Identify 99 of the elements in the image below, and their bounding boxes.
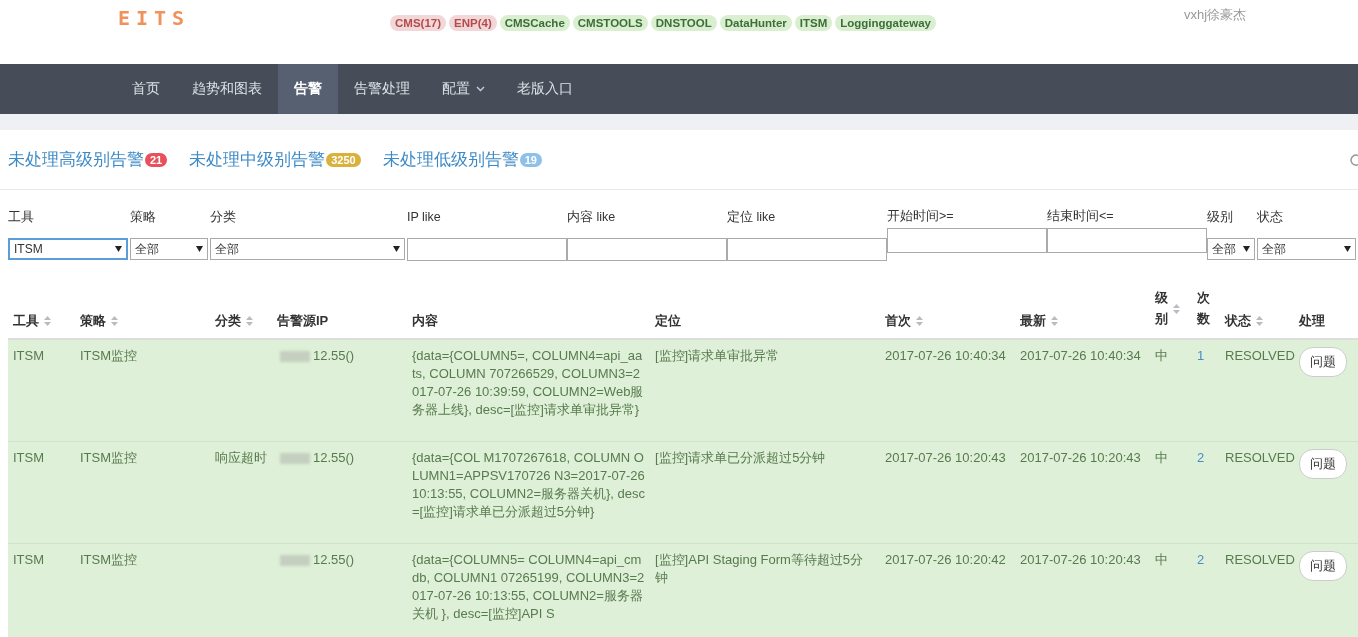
- table-cell: 12.55(): [313, 449, 355, 465]
- service-tag[interactable]: DNSTOOL: [650, 15, 717, 31]
- alert-summary-link[interactable]: 未处理高级别告警 21: [8, 148, 168, 171]
- filter-label: 开始时间>=: [887, 208, 955, 225]
- service-tag[interactable]: Logginggateway: [835, 15, 936, 31]
- filter-label: 结束时间<=: [1047, 208, 1115, 225]
- sort-icon[interactable]: [1256, 315, 1263, 326]
- table-cell: [监控]请求单已分派超过5分钟: [655, 449, 826, 465]
- date-input[interactable]: [1047, 228, 1207, 253]
- filter-select[interactable]: 全部: [1257, 238, 1356, 260]
- filter-input[interactable]: [567, 238, 727, 261]
- alert-summary-link[interactable]: 未处理低级别告警 19: [382, 148, 542, 171]
- alert-summary-link[interactable]: 未处理中级别告警 3250: [189, 148, 361, 171]
- service-tag[interactable]: CMSCache: [499, 15, 570, 31]
- sort-icon[interactable]: [916, 315, 923, 326]
- table-cell: 2017-07-26 10:20:43: [1020, 551, 1141, 567]
- content-text: {data={COLUMN5= COLUMN4=api_cmdb, COLUMN1 07265199, COLUMN3=2017-07-26 10:13:55, COLUMN2=服务器关机 }, desc=[监控]API S: [412, 551, 645, 621]
- sort-icon[interactable]: [246, 315, 253, 326]
- table-cell: 中: [1155, 449, 1168, 465]
- filter-input[interactable]: [407, 238, 567, 261]
- dropdown-arrow-icon[interactable]: [196, 246, 203, 252]
- nav-item[interactable]: 老版入口: [501, 64, 589, 114]
- column-header[interactable]: 处理: [1299, 311, 1325, 330]
- dropdown-arrow-icon[interactable]: [1344, 246, 1351, 252]
- dropdown-arrow-icon[interactable]: [393, 246, 400, 252]
- count-badge: 21: [145, 152, 168, 167]
- caret-icon: [476, 86, 485, 92]
- table-cell: 2017-07-26 10:20:43: [1020, 449, 1141, 465]
- issue-button[interactable]: 问题: [1299, 550, 1347, 581]
- filter-label: 定位 like: [727, 209, 777, 226]
- table-cell: 中: [1155, 551, 1168, 567]
- column-header[interactable]: 内容: [412, 311, 438, 330]
- service-tag[interactable]: DataHunter: [719, 15, 792, 31]
- table-cell: ITSM监控: [80, 347, 138, 363]
- service-tag[interactable]: CMS(17): [390, 15, 446, 31]
- table-cell: 2017-07-26 10:40:34: [1020, 347, 1141, 363]
- table-cell: ITSM监控: [80, 449, 138, 465]
- service-tag[interactable]: ITSM: [794, 15, 833, 31]
- redacted-block: [280, 350, 310, 362]
- column-header[interactable]: 定位: [655, 311, 681, 330]
- column-header[interactable]: 分类: [215, 311, 241, 330]
- filter-label: 策略: [130, 209, 157, 226]
- nav-item[interactable]: 配置: [426, 64, 501, 114]
- filter-label: IP like: [407, 209, 442, 226]
- nav-item[interactable]: 首页: [116, 64, 176, 114]
- column-header[interactable]: 级别: [1155, 288, 1168, 330]
- redacted-block: [280, 452, 310, 464]
- issue-button[interactable]: 问题: [1299, 346, 1347, 377]
- date-input[interactable]: [887, 228, 1047, 253]
- filter-input[interactable]: [727, 238, 887, 261]
- content-text: {data={COLUMN5=, COLUMN4=api_aats, COLUMN 707266529, COLUMN3=2017-07-26 10:39:59, COLUMN2=Web服务器上线}, desc=[监控]请求单审批异常}: [412, 347, 644, 417]
- filter-label: 级别: [1207, 209, 1234, 226]
- column-header[interactable]: 告警源IP: [277, 311, 329, 330]
- dropdown-arrow-icon[interactable]: [1243, 246, 1250, 252]
- nav-item[interactable]: 告警处理: [338, 64, 426, 114]
- table-cell: 响应超时: [215, 449, 267, 465]
- column-header[interactable]: 次数: [1197, 288, 1210, 330]
- redacted-block: [280, 554, 310, 566]
- count-badge: 19: [519, 152, 542, 167]
- nav-item[interactable]: 告警: [278, 64, 338, 114]
- sort-icon[interactable]: [44, 315, 51, 326]
- table-cell: ITSM: [13, 551, 45, 567]
- filter-label: 分类: [210, 209, 237, 226]
- filter-select[interactable]: 全部: [210, 238, 405, 260]
- count-badge: 3250: [326, 152, 361, 167]
- filter-label: 内容 like: [567, 209, 617, 226]
- filter-label: 工具: [8, 209, 35, 226]
- table-cell: 中: [1155, 347, 1168, 363]
- service-tag[interactable]: CMSTOOLS: [572, 15, 648, 31]
- table-cell: 2017-07-26 10:40:34: [885, 347, 1006, 363]
- table-cell: ITSM监控: [80, 551, 138, 567]
- filter-select[interactable]: 全部: [130, 238, 208, 260]
- content-text: {data={COL M1707267618, COLUMN OLUMN1=APPSV170726 N3=2017-07-26 10:13:55, COLUMN2=服务器关机}, desc=[监控]请求单已分派超过5分钟}: [412, 449, 645, 519]
- table-cell: RESOLVED: [1225, 551, 1295, 567]
- filter-label: 状态: [1257, 209, 1284, 226]
- table-cell: [监控]请求单审批异常: [655, 347, 780, 363]
- sort-icon[interactable]: [1051, 315, 1058, 326]
- issue-button[interactable]: 问题: [1299, 448, 1347, 479]
- table-cell: 12.55(): [313, 551, 355, 567]
- table-cell: RESOLVED: [1225, 449, 1295, 465]
- table-cell: 2017-07-26 10:20:42: [885, 551, 1006, 567]
- table-cell: RESOLVED: [1225, 347, 1295, 363]
- nav-item[interactable]: 趋势和图表: [176, 64, 278, 114]
- sort-icon[interactable]: [1173, 303, 1180, 314]
- filter-select[interactable]: 全部: [1207, 238, 1255, 260]
- table-cell: [监控]API Staging Form等待超过5分钟: [655, 551, 864, 585]
- table-cell: 2017-07-26 10:20:43: [885, 449, 1006, 465]
- filter-select[interactable]: ITSM: [8, 238, 128, 260]
- column-header[interactable]: 首次: [885, 311, 911, 330]
- column-header[interactable]: 最新: [1020, 311, 1046, 330]
- sort-icon[interactable]: [111, 315, 118, 326]
- column-header[interactable]: 策略: [80, 311, 106, 330]
- table-cell: ITSM: [13, 347, 45, 363]
- service-tag[interactable]: ENP(4): [449, 15, 497, 31]
- column-header[interactable]: 状态: [1225, 311, 1251, 330]
- column-header[interactable]: 工具: [13, 311, 39, 330]
- table-cell: ITSM: [13, 449, 45, 465]
- table-cell: 12.55(): [313, 347, 355, 363]
- dropdown-arrow-icon[interactable]: [115, 246, 122, 252]
